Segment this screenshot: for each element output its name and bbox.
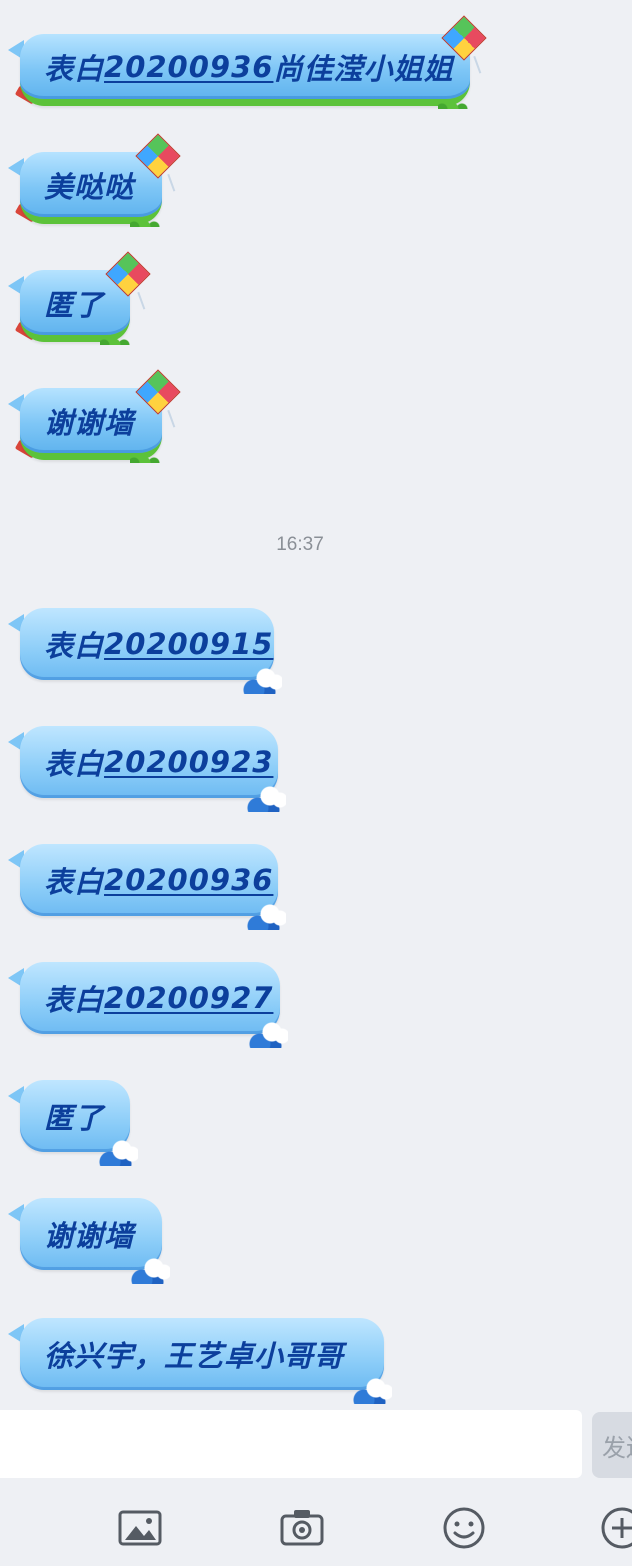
message-text: 谢谢墙 bbox=[44, 1219, 135, 1253]
message-bubble-row: 徐兴宇，王艺卓小哥哥 bbox=[8, 1318, 398, 1404]
message-text: 表白 bbox=[44, 865, 105, 899]
message-number: 20200936 bbox=[104, 863, 274, 897]
message-input-bar: 发送 bbox=[0, 1410, 632, 1482]
wave-icon bbox=[240, 900, 286, 930]
plus-icon[interactable] bbox=[598, 1506, 632, 1550]
grass-decoration bbox=[130, 453, 160, 463]
message-bubble-row: 谢谢墙 bbox=[8, 1198, 178, 1284]
message-bubble-row: 匿了 bbox=[8, 1080, 148, 1166]
message-text: 表白 bbox=[44, 983, 105, 1017]
wave-icon bbox=[346, 1374, 392, 1404]
message-text: 谢谢墙 bbox=[44, 405, 135, 440]
wave-icon bbox=[124, 1254, 170, 1284]
message-text: 表白 bbox=[44, 629, 105, 663]
grass-decoration bbox=[438, 99, 468, 109]
message-text: 表白 bbox=[44, 747, 105, 781]
send-button[interactable]: 发送 bbox=[592, 1412, 632, 1478]
message-timestamp: 16:37 bbox=[276, 534, 324, 555]
message-text-suffix: 尚佳滢小姐姐 bbox=[273, 51, 454, 86]
message-text: 表白 bbox=[44, 51, 105, 86]
grass-decoration bbox=[130, 217, 160, 227]
wave-icon bbox=[242, 1018, 288, 1048]
message-number: 20200923 bbox=[104, 745, 274, 779]
message-text: 匿了 bbox=[44, 1101, 105, 1135]
message-bubble[interactable]: 徐兴宇，王艺卓小哥哥 bbox=[20, 1318, 384, 1390]
input-toolbar bbox=[0, 1486, 632, 1566]
message-bubble-row: 表白 20200936 尚佳滢小姐姐 bbox=[8, 15, 491, 114]
image-icon[interactable] bbox=[116, 1506, 164, 1550]
message-bubble-row: 谢谢墙 bbox=[8, 369, 188, 468]
message-number: 20200927 bbox=[104, 981, 274, 1015]
emoji-icon[interactable] bbox=[440, 1506, 488, 1550]
message-bubble-row: 表白 20200927 bbox=[8, 962, 298, 1048]
wave-icon bbox=[92, 1136, 138, 1166]
chat-area: 表白 20200936 尚佳滢小姐姐 美哒哒 匿了 谢谢墙 16:37 表白 2… bbox=[0, 0, 632, 1410]
message-bubble[interactable]: 谢谢墙 bbox=[20, 388, 162, 460]
message-bubble-row: 匿了 bbox=[8, 251, 158, 350]
message-text: 匿了 bbox=[44, 287, 105, 322]
message-bubble[interactable]: 美哒哒 bbox=[20, 152, 162, 224]
message-bubble-row: 表白 20200923 bbox=[8, 726, 298, 812]
message-bubble-row: 表白 20200936 bbox=[8, 844, 298, 930]
camera-icon[interactable] bbox=[278, 1506, 326, 1550]
message-bubble-row: 表白 20200915 bbox=[8, 608, 298, 694]
message-text: 徐兴宇，王艺卓小哥哥 bbox=[44, 1339, 345, 1373]
message-text: 美哒哒 bbox=[44, 169, 135, 204]
message-bubble[interactable]: 表白 20200936 尚佳滢小姐姐 bbox=[20, 34, 470, 106]
message-bubble-row: 美哒哒 bbox=[8, 133, 188, 232]
message-input[interactable] bbox=[0, 1410, 582, 1478]
grass-decoration bbox=[100, 335, 130, 345]
wave-icon bbox=[236, 664, 282, 694]
message-bubble[interactable]: 表白 20200927 bbox=[20, 962, 280, 1034]
message-number: 20200936 bbox=[104, 49, 274, 84]
message-number: 20200915 bbox=[104, 627, 274, 661]
wave-icon bbox=[240, 782, 286, 812]
